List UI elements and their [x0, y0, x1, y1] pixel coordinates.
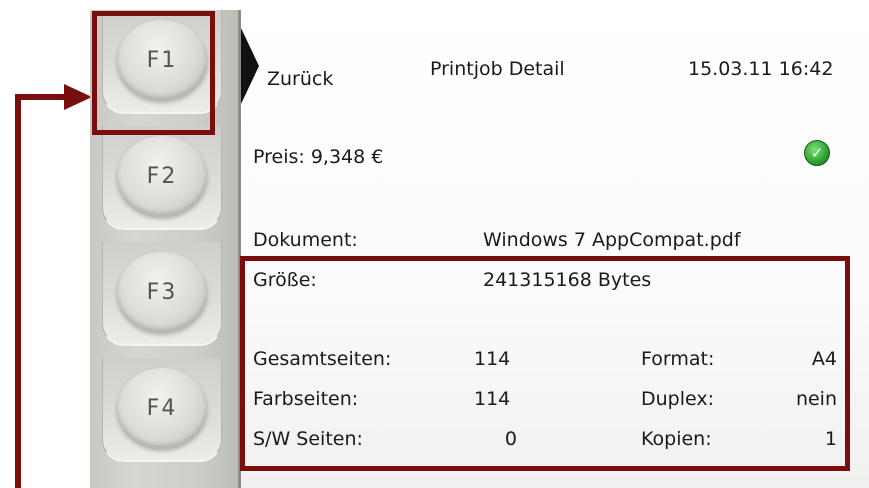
- details-highlight-frame: [240, 256, 850, 471]
- datetime: 15.03.11 16:42: [688, 58, 834, 80]
- f1-highlight-frame: [92, 11, 215, 135]
- document-value: Windows 7 AppCompat.pdf: [483, 229, 741, 251]
- f4-key[interactable]: F4: [117, 368, 207, 448]
- check-circle-icon: ✓: [804, 140, 830, 166]
- key-slot-f3: F3: [102, 242, 222, 346]
- document-label: Dokument:: [253, 229, 358, 251]
- back-label[interactable]: Zurück: [267, 68, 333, 90]
- price-text: Preis: 9,348 €: [253, 146, 384, 168]
- f2-key[interactable]: F2: [117, 136, 207, 216]
- page-title: Printjob Detail: [430, 58, 565, 80]
- key-slot-f2: F2: [102, 126, 222, 230]
- pointer-arrow: [15, 84, 92, 488]
- back-arrow-icon[interactable]: [241, 28, 259, 104]
- key-slot-f4: F4: [102, 358, 222, 462]
- f3-key[interactable]: F3: [117, 252, 207, 332]
